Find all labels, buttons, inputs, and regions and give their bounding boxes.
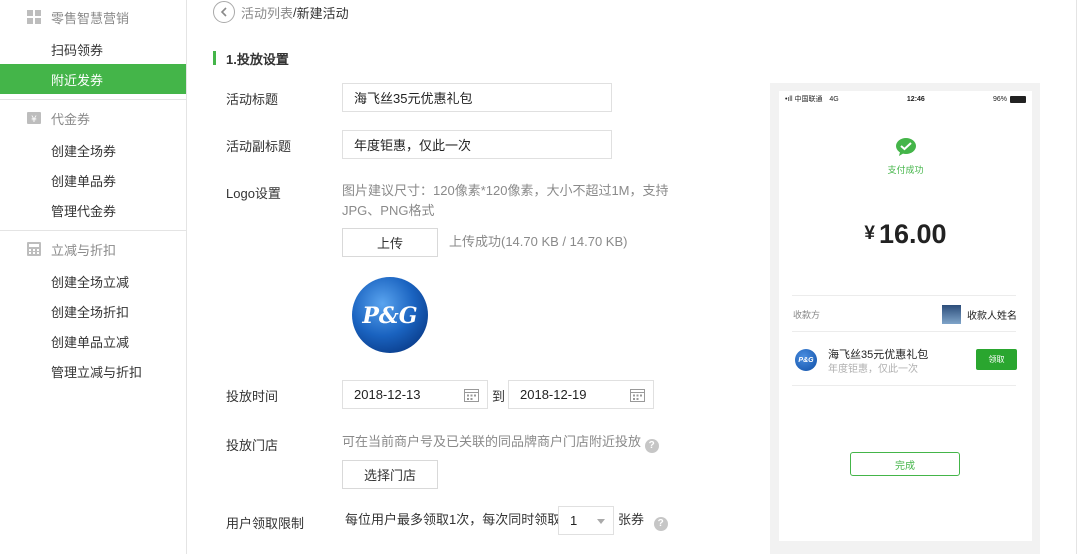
breadcrumb-current: 新建活动	[296, 5, 349, 21]
store-label: 投放门店	[226, 438, 279, 453]
payee-avatar	[942, 305, 961, 324]
pay-success-block: 支付成功	[779, 137, 1032, 176]
sidebar-group-title: 立减与折扣	[51, 242, 117, 258]
pg-logo-image: P&G	[352, 277, 428, 353]
time-label: 投放时间	[226, 389, 279, 404]
sidebar-divider	[0, 99, 186, 100]
limit-prefix: 每位用户最多领取1次，每次同时领取	[345, 512, 561, 527]
right-border	[1076, 0, 1077, 554]
limit-suffix-text: 张券	[618, 512, 645, 527]
sidebar-group-title: 代金券	[51, 111, 91, 127]
yen-icon: ¥	[27, 112, 41, 125]
sidebar-divider	[0, 230, 186, 231]
section-title-bar	[213, 51, 216, 65]
chevron-left-icon	[220, 7, 227, 17]
title-input[interactable]: 海飞丝35元优惠礼包	[342, 83, 612, 112]
sidebar-item-create-store-voucher[interactable]: 创建全场券	[0, 135, 186, 165]
back-button[interactable]	[213, 1, 235, 23]
store-hint: 可在当前商户号及已关联的同品牌商户门店附近投放 ?	[342, 432, 659, 453]
battery-percent: 96%	[992, 95, 1007, 103]
subtitle-input[interactable]: 年度钜惠，仅此一次	[342, 130, 612, 159]
divider	[792, 331, 1016, 332]
calculator-icon	[27, 242, 41, 256]
paid-amount: ¥16.00	[779, 219, 1032, 250]
claim-button[interactable]: 领取	[976, 349, 1017, 370]
store-hint-text: 可在当前商户号及已关联的同品牌商户门店附近投放	[342, 434, 642, 449]
grid-icon	[27, 10, 41, 24]
pg-logo-text: P&G	[361, 303, 417, 329]
carrier-name: •ıll 中国联通	[785, 96, 823, 103]
calendar-icon[interactable]	[464, 388, 479, 402]
sidebar-group-title: 零售智慧营销	[51, 10, 130, 26]
svg-text:¥: ¥	[31, 115, 37, 125]
currency-symbol: ¥	[864, 223, 875, 244]
sidebar: 零售智慧营销 扫码领券 附近发券 ¥ 代金券 创建全场券 创建单品券 管理代金券…	[0, 0, 187, 554]
breadcrumb-parent-link[interactable]: 活动列表	[241, 3, 293, 22]
carrier-info: •ıll 中国联通 4G	[785, 94, 839, 104]
coupon-subtitle: 年度钜惠，仅此一次	[828, 364, 918, 375]
coupon-card: P&G 海飞丝35元优惠礼包 年度钜惠，仅此一次 领取	[795, 345, 1017, 375]
end-date-value: 2018-12-19	[520, 387, 587, 402]
battery-info: 96%	[992, 95, 1026, 103]
section-title: 1.投放设置	[213, 49, 289, 67]
phone-preview: •ıll 中国联通 4G 12:46 96% 支付成功 ¥16.00 收款方 收…	[779, 91, 1032, 541]
limit-select[interactable]: 1	[558, 506, 614, 535]
start-date-value: 2018-12-13	[354, 387, 421, 402]
logo-hint: 图片建议尺寸：120像素*120像素，大小不超过1M，支持 JPG、PNG格式	[342, 181, 669, 221]
coupon-logo: P&G	[795, 349, 817, 371]
logo-hint-line1: 图片建议尺寸：120像素*120像素，大小不超过1M，支持	[342, 183, 669, 198]
payee-label: 收款方	[793, 310, 821, 320]
pay-success-text: 支付成功	[887, 165, 924, 175]
payee-row: 收款方 收款人姓名	[793, 305, 1017, 324]
sidebar-item-create-store-discount[interactable]: 创建全场折扣	[0, 296, 186, 326]
help-icon[interactable]: ?	[644, 439, 659, 453]
help-icon[interactable]: ?	[653, 517, 668, 531]
logo-hint-line2: JPG、PNG格式	[342, 203, 435, 218]
upload-button[interactable]: 上传	[342, 228, 438, 257]
sidebar-item-scan-coupon[interactable]: 扫码领券	[0, 34, 186, 64]
wechat-pay-icon	[895, 138, 916, 156]
sidebar-item-create-store-reduction[interactable]: 创建全场立减	[0, 266, 186, 296]
section-title-text: 1.投放设置	[226, 51, 289, 67]
phone-status-bar: •ıll 中国联通 4G 12:46 96%	[779, 91, 1032, 107]
limit-select-value: 1	[570, 513, 578, 528]
sidebar-item-create-single-reduction[interactable]: 创建单品立减	[0, 326, 186, 356]
done-button[interactable]: 完成	[850, 452, 960, 476]
logo-label: Logo设置	[226, 186, 281, 201]
limit-suffix: 张券 ?	[618, 510, 668, 531]
subtitle-label: 活动副标题	[226, 139, 292, 154]
phone-time: 12:46	[906, 95, 925, 103]
amount-value: 16.00	[879, 219, 947, 249]
divider	[792, 295, 1016, 296]
sidebar-group-retail: 零售智慧营销	[0, 0, 186, 34]
caret-down-icon	[597, 519, 605, 524]
calendar-icon[interactable]	[630, 388, 645, 402]
app-root: 零售智慧营销 扫码领券 附近发券 ¥ 代金券 创建全场券 创建单品券 管理代金券…	[0, 0, 1082, 554]
sidebar-group-voucher: ¥ 代金券	[0, 101, 186, 135]
limit-label: 用户领取限制	[226, 516, 305, 531]
sidebar-item-nearby-coupon[interactable]: 附近发券	[0, 64, 186, 94]
sidebar-item-create-single-voucher[interactable]: 创建单品券	[0, 165, 186, 195]
payee-info: 收款人姓名	[942, 305, 1017, 324]
network-type: 4G	[829, 96, 839, 103]
upload-status: 上传成功(14.70 KB / 14.70 KB)	[449, 234, 628, 249]
end-date-input[interactable]: 2018-12-19	[508, 380, 654, 409]
sidebar-item-manage-voucher[interactable]: 管理代金券	[0, 195, 186, 225]
battery-icon	[1009, 95, 1026, 103]
select-store-button[interactable]: 选择门店	[342, 460, 438, 489]
title-label: 活动标题	[226, 92, 279, 107]
divider	[792, 385, 1016, 386]
breadcrumb: 活动列表 / 新建活动	[213, 0, 349, 24]
payee-name: 收款人姓名	[967, 311, 1017, 322]
sidebar-item-manage-reduction[interactable]: 管理立减与折扣	[0, 356, 186, 386]
sidebar-group-discount: 立减与折扣	[0, 232, 186, 266]
date-to-text: 到	[492, 389, 506, 404]
start-date-input[interactable]: 2018-12-13	[342, 380, 488, 409]
